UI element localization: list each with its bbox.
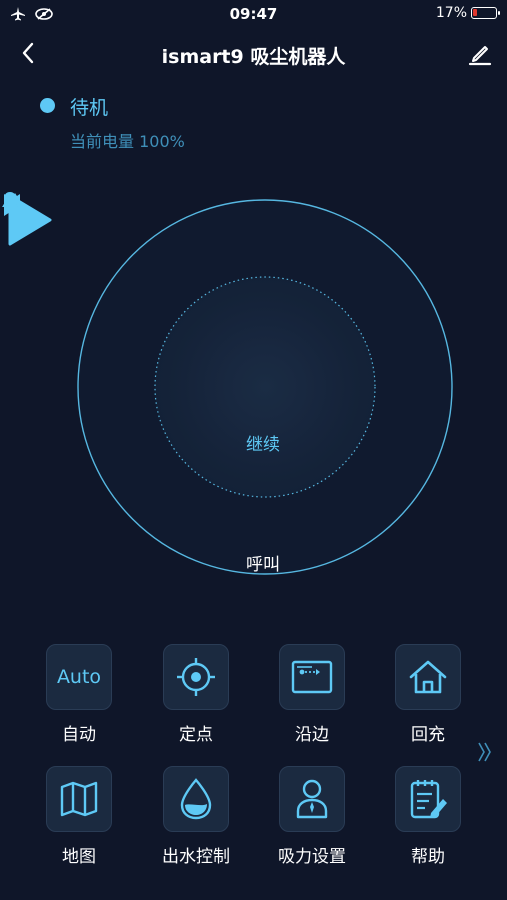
- function-label-help: 帮助: [411, 847, 445, 867]
- bell-icon[interactable]: [0, 190, 20, 212]
- battery-percent: 17%: [435, 5, 467, 21]
- page-title: ismart9 吸尘机器人: [161, 46, 346, 68]
- call-button-label[interactable]: 呼叫: [213, 550, 313, 575]
- suction-button[interactable]: [279, 766, 345, 832]
- app-screen: 09:47 17% ismart9 吸尘机器人 待机 当前电量 100% 继续 …: [0, 0, 507, 900]
- edit-pencil-icon[interactable]: [467, 40, 493, 66]
- home-icon: [409, 660, 447, 694]
- help-button[interactable]: [395, 766, 461, 832]
- robot-battery: 当前电量 100%: [70, 132, 185, 151]
- battery-icon: [471, 7, 500, 19]
- map-button[interactable]: [46, 766, 112, 832]
- continue-button-label[interactable]: 继续: [203, 430, 323, 455]
- function-label-edge: 沿边: [295, 725, 329, 745]
- function-spot[interactable]: 定点: [141, 644, 251, 745]
- function-help[interactable]: 帮助: [373, 766, 483, 867]
- function-label-spot: 定点: [179, 725, 213, 745]
- status-bar: 09:47 17%: [0, 0, 507, 28]
- function-label-map: 地图: [62, 847, 96, 867]
- dock-button[interactable]: [395, 644, 461, 710]
- edge-icon: [291, 660, 333, 694]
- edge-button[interactable]: [279, 644, 345, 710]
- function-label-dock: 回充: [411, 725, 445, 745]
- controller-rings: [77, 199, 453, 575]
- function-map[interactable]: 地图: [24, 766, 134, 867]
- function-edge[interactable]: 沿边: [257, 644, 367, 745]
- spot-button[interactable]: [163, 644, 229, 710]
- water-button[interactable]: [163, 766, 229, 832]
- battery-indicator: 17%: [435, 5, 500, 21]
- status-time: 09:47: [229, 5, 278, 23]
- auto-button[interactable]: Auto: [46, 644, 112, 710]
- help-notebook-icon: [410, 780, 447, 819]
- auto-text-icon: Auto: [56, 666, 102, 688]
- status-dot: [40, 98, 55, 113]
- map-icon: [60, 781, 98, 817]
- suction-person-icon: [296, 779, 328, 819]
- function-suction[interactable]: 吸力设置: [257, 766, 367, 867]
- function-auto[interactable]: Auto 自动: [24, 644, 134, 745]
- robot-state: 待机: [70, 97, 109, 119]
- function-water[interactable]: 出水控制: [141, 766, 251, 867]
- battery-level-fill: [473, 9, 477, 16]
- direction-controller: 继续 呼叫: [0, 190, 507, 590]
- navigation-bar: ismart9 吸尘机器人: [0, 34, 507, 74]
- function-label-auto: 自动: [62, 725, 96, 745]
- target-icon: [177, 658, 215, 696]
- function-label-water: 出水控制: [162, 847, 230, 867]
- function-label-suction: 吸力设置: [278, 847, 346, 867]
- water-drop-icon: [180, 778, 212, 820]
- function-dock[interactable]: 回充: [373, 644, 483, 745]
- more-double-chevron-icon[interactable]: [477, 740, 493, 764]
